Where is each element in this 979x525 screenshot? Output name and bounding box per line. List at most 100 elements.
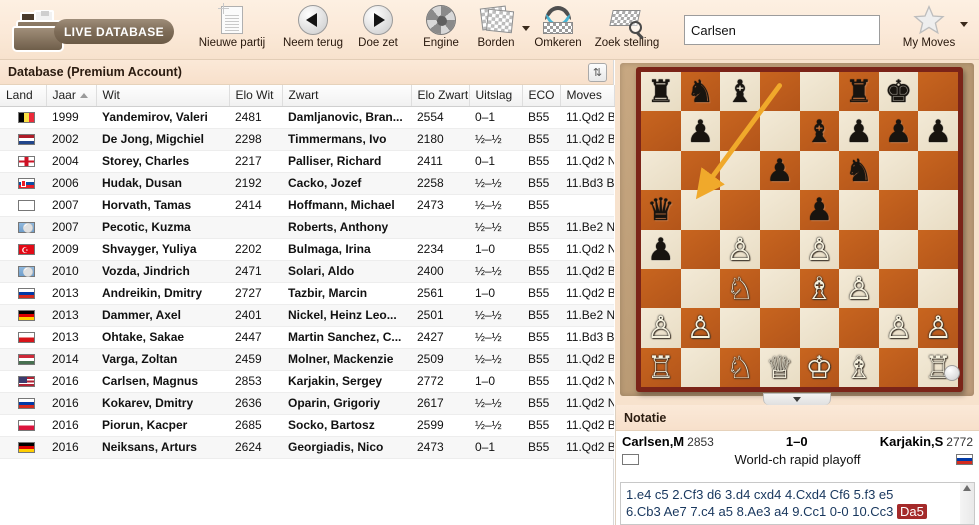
black-knight-piece[interactable]: ♞ (687, 76, 715, 107)
board-square-a5[interactable]: ♛ (641, 190, 681, 230)
board-square-h6[interactable] (918, 150, 958, 191)
white-pawn-piece[interactable]: ♙ (845, 273, 873, 304)
board-square-b2[interactable]: ♙ (680, 308, 721, 348)
white-bishop-piece[interactable]: ♗ (845, 352, 873, 383)
white-king-piece[interactable]: ♔ (805, 352, 833, 383)
board-square-g1[interactable] (878, 347, 919, 387)
board-square-b5[interactable] (680, 190, 721, 230)
column-header-elo-wit[interactable]: Elo Wit (229, 85, 283, 107)
board-square-f1[interactable]: ♗ (839, 347, 879, 387)
board-square-d8[interactable] (759, 72, 800, 112)
board-square-h2[interactable]: ♙ (918, 308, 958, 348)
white-bishop-piece[interactable]: ♗ (805, 273, 833, 304)
my-moves-dropdown-caret-icon[interactable] (960, 22, 968, 27)
board-square-a7[interactable] (641, 111, 681, 151)
board-square-f2[interactable] (839, 308, 879, 348)
board-square-e2[interactable] (799, 308, 840, 348)
white-queen-piece[interactable]: ♕ (766, 352, 794, 383)
column-header-jaar[interactable]: Jaar (46, 85, 97, 107)
column-header-wit[interactable]: Wit (96, 85, 230, 107)
board-square-g5[interactable] (878, 190, 919, 230)
white-pawn-piece[interactable]: ♙ (805, 234, 833, 265)
board-square-c3[interactable]: ♘ (720, 268, 760, 309)
board-square-g3[interactable] (878, 268, 919, 309)
white-pawn-piece[interactable]: ♙ (924, 312, 952, 343)
board-square-b7[interactable]: ♟ (680, 111, 721, 151)
table-row[interactable]: 2013 Dammer, Axel 2401 Nickel, Heinz Leo...… (0, 304, 614, 327)
notation-moves-list[interactable]: 1.e4 c5 2.Cf3 d6 3.d4 cxd4 4.Cxd4 Cf6 5.… (620, 482, 975, 525)
board-square-g2[interactable]: ♙ (878, 308, 919, 348)
board-square-a3[interactable] (641, 268, 681, 309)
board-square-c1[interactable]: ♘ (720, 347, 760, 387)
table-row[interactable]: 2013 Ohtake, Sakae 2447 Martin Sanchez, C..… (0, 326, 614, 349)
table-row[interactable]: 2014 Varga, Zoltan 2459 Molner, Mackenzie 25… (0, 348, 614, 371)
board-square-h5[interactable] (918, 190, 958, 230)
column-header-moves[interactable]: Moves (560, 85, 615, 107)
white-pawn-piece[interactable]: ♙ (726, 234, 754, 265)
black-queen-piece[interactable]: ♛ (647, 194, 675, 225)
search-input[interactable] (684, 15, 880, 45)
black-pawn-piece[interactable]: ♟ (647, 234, 675, 265)
board-square-e5[interactable]: ♟ (799, 190, 840, 230)
table-row[interactable]: 2006 Hudak, Dusan 2192 Cacko, Jozef 2258 ½–½ B… (0, 172, 614, 195)
table-row[interactable]: ☪ 2009 Shvayger, Yuliya 2202 Bulmaga, Irina 2… (0, 238, 614, 261)
board-square-d7[interactable] (759, 111, 800, 151)
board-square-g8[interactable]: ♚ (878, 72, 919, 112)
table-row[interactable]: ⚪ 2007 Pecotic, Kuzma Roberts, Anthony ½–½ B5… (0, 216, 614, 239)
board-square-c5[interactable] (720, 190, 760, 230)
notation-black-player[interactable]: Karjakin,S (880, 434, 944, 449)
board-square-f3[interactable]: ♙ (839, 268, 879, 309)
board-square-h3[interactable] (918, 268, 958, 309)
board-square-b6[interactable] (680, 150, 721, 191)
board-square-g6[interactable] (878, 150, 919, 191)
notation-current-move[interactable]: Da5 (897, 504, 927, 519)
board-square-d3[interactable] (759, 268, 800, 309)
board-square-h7[interactable]: ♟ (918, 111, 958, 151)
black-king-piece[interactable]: ♚ (885, 76, 913, 107)
board-square-e4[interactable]: ♙ (799, 229, 840, 269)
board-square-e3[interactable]: ♗ (799, 268, 840, 309)
column-header-uitslag[interactable]: Uitslag (469, 85, 523, 107)
toolbar-button-flip[interactable]: Omkeren (522, 4, 594, 56)
white-pawn-piece[interactable]: ♙ (885, 312, 913, 343)
board-square-g4[interactable] (878, 229, 919, 269)
table-row[interactable]: 1999 Yandemirov, Valeri 2481 Damljanovic, B… (0, 106, 614, 129)
table-row[interactable]: 2016 Carlsen, Magnus 2853 Karjakin, Sergey 2… (0, 370, 614, 393)
black-pawn-piece[interactable]: ♟ (766, 155, 794, 186)
black-bishop-piece[interactable]: ♝ (726, 76, 754, 107)
board-square-c8[interactable]: ♝ (720, 72, 760, 112)
board-square-h4[interactable] (918, 229, 958, 269)
chevron-up-icon[interactable] (963, 485, 971, 491)
board-square-a2[interactable]: ♙ (641, 308, 681, 348)
board-square-a1[interactable]: ♖ (641, 347, 681, 387)
board-square-c2[interactable] (720, 308, 760, 348)
board-square-e1[interactable]: ♔ (799, 347, 840, 387)
table-row[interactable]: 2013 Andreikin, Dmitry 2727 Tazbir, Marcin 2… (0, 282, 614, 305)
black-pawn-piece[interactable]: ♟ (924, 116, 952, 147)
black-rook-piece[interactable]: ♜ (647, 76, 675, 107)
refresh-icon[interactable]: ⇅ (588, 63, 607, 82)
board-square-f5[interactable] (839, 190, 879, 230)
white-knight-piece[interactable]: ♘ (726, 273, 754, 304)
board-square-d2[interactable] (759, 308, 800, 348)
board-square-f7[interactable]: ♟ (839, 111, 879, 151)
chess-board[interactable]: ♜ ♞ ♝ ♜ ♚ ♟ ♝ ♟ ♟ ♟ ♟ ♞ ♛ ♟ ♟ ♙ ♙ ♘ ♗ ♙ ♙ ♙ ♙ ♙ ♖ ♘ ♕ ♔ ♗ ♖ (636, 67, 963, 392)
black-pawn-piece[interactable]: ♟ (845, 116, 873, 147)
column-header-land[interactable]: Land (0, 85, 47, 107)
board-square-g7[interactable]: ♟ (878, 111, 919, 151)
table-row[interactable]: 2016 Piorun, Kacper 2685 Socko, Bartosz 2599… (0, 414, 614, 437)
toolbar-button-my-moves[interactable]: My Moves (890, 4, 968, 56)
table-row[interactable]: 2016 Neiksans, Arturs 2624 Georgiadis, Nico… (0, 436, 614, 459)
board-square-b3[interactable] (680, 268, 721, 309)
toolbar-button-search-position[interactable]: Zoek stelling (585, 4, 669, 56)
table-row[interactable]: ⚪ 2010 Vozda, Jindrich 2471 Solari, Aldo 2400… (0, 260, 614, 283)
board-square-e7[interactable]: ♝ (799, 111, 840, 151)
board-square-b4[interactable] (680, 229, 721, 269)
board-square-f4[interactable] (839, 229, 879, 269)
white-pawn-piece[interactable]: ♙ (687, 312, 715, 343)
board-collapse-tab[interactable] (763, 393, 831, 405)
table-row[interactable]: 2004 Storey, Charles 2217 Palliser, Richard… (0, 150, 614, 173)
toolbar-button-make-move[interactable]: Doe zet (342, 4, 414, 56)
white-rook-piece[interactable]: ♖ (647, 352, 675, 383)
white-pawn-piece[interactable]: ♙ (647, 312, 675, 343)
